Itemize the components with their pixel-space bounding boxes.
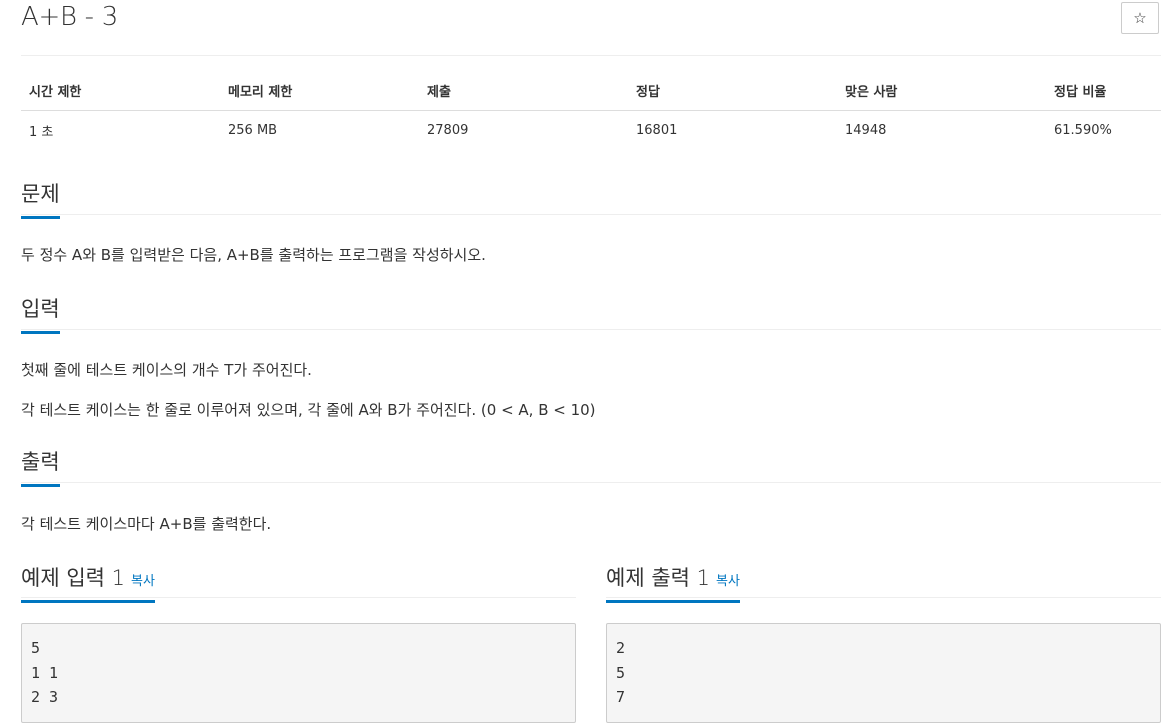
header-solvers: 맞은 사람 [837,78,1046,111]
divider [21,329,1161,330]
divider [21,55,1161,56]
value-submissions: 27809 [427,123,469,138]
problem-info-table: 시간 제한 메모리 제한 제출 정답 맞은 사람 정답 비율 1 초 256 M… [21,78,1161,150]
problem-title: A+B - 3 [21,2,118,32]
input-description-line-1: 첫째 줄에 테스트 케이스의 개수 T가 주어진다. [21,361,312,379]
divider [21,597,576,598]
value-memory-limit: 256 MB [228,123,278,138]
header-ratio: 정답 비율 [1046,78,1161,111]
divider [21,482,1161,483]
copy-sample-output-link[interactable]: 복사 [716,574,740,589]
input-description-line-2: 각 테스트 케이스는 한 줄로 이루어져 있으며, 각 줄에 A와 B가 주어진… [21,401,596,419]
header-submissions: 제출 [419,78,628,111]
section-output-heading: 출력 [21,446,60,487]
sample-input-box: 5 1 1 2 3 [21,623,576,723]
info-header-row: 시간 제한 메모리 제한 제출 정답 맞은 사람 정답 비율 [21,78,1161,111]
sample-output-box: 2 5 7 [606,623,1161,723]
value-accepted: 16801 [636,123,678,138]
header-memory-limit: 메모리 제한 [220,78,419,111]
problem-description: 두 정수 A와 B를 입력받은 다음, A+B를 출력하는 프로그램을 작성하시… [21,246,486,264]
star-button[interactable]: ☆ [1121,2,1159,34]
header-time-limit: 시간 제한 [21,78,220,111]
value-solvers: 14948 [845,123,887,138]
section-input-heading: 입력 [21,293,60,334]
section-problem-heading: 문제 [21,178,60,219]
header-accepted: 정답 [628,78,837,111]
star-icon: ☆ [1133,9,1147,27]
divider [606,597,1161,598]
value-time-limit: 1 초 [29,125,54,140]
value-ratio: 61.590% [1054,123,1112,138]
copy-sample-input-link[interactable]: 복사 [131,574,155,589]
info-value-row: 1 초 256 MB 27809 16801 14948 61.590% [21,111,1161,151]
divider [21,214,1161,215]
output-description: 각 테스트 케이스마다 A+B를 출력한다. [21,515,272,533]
